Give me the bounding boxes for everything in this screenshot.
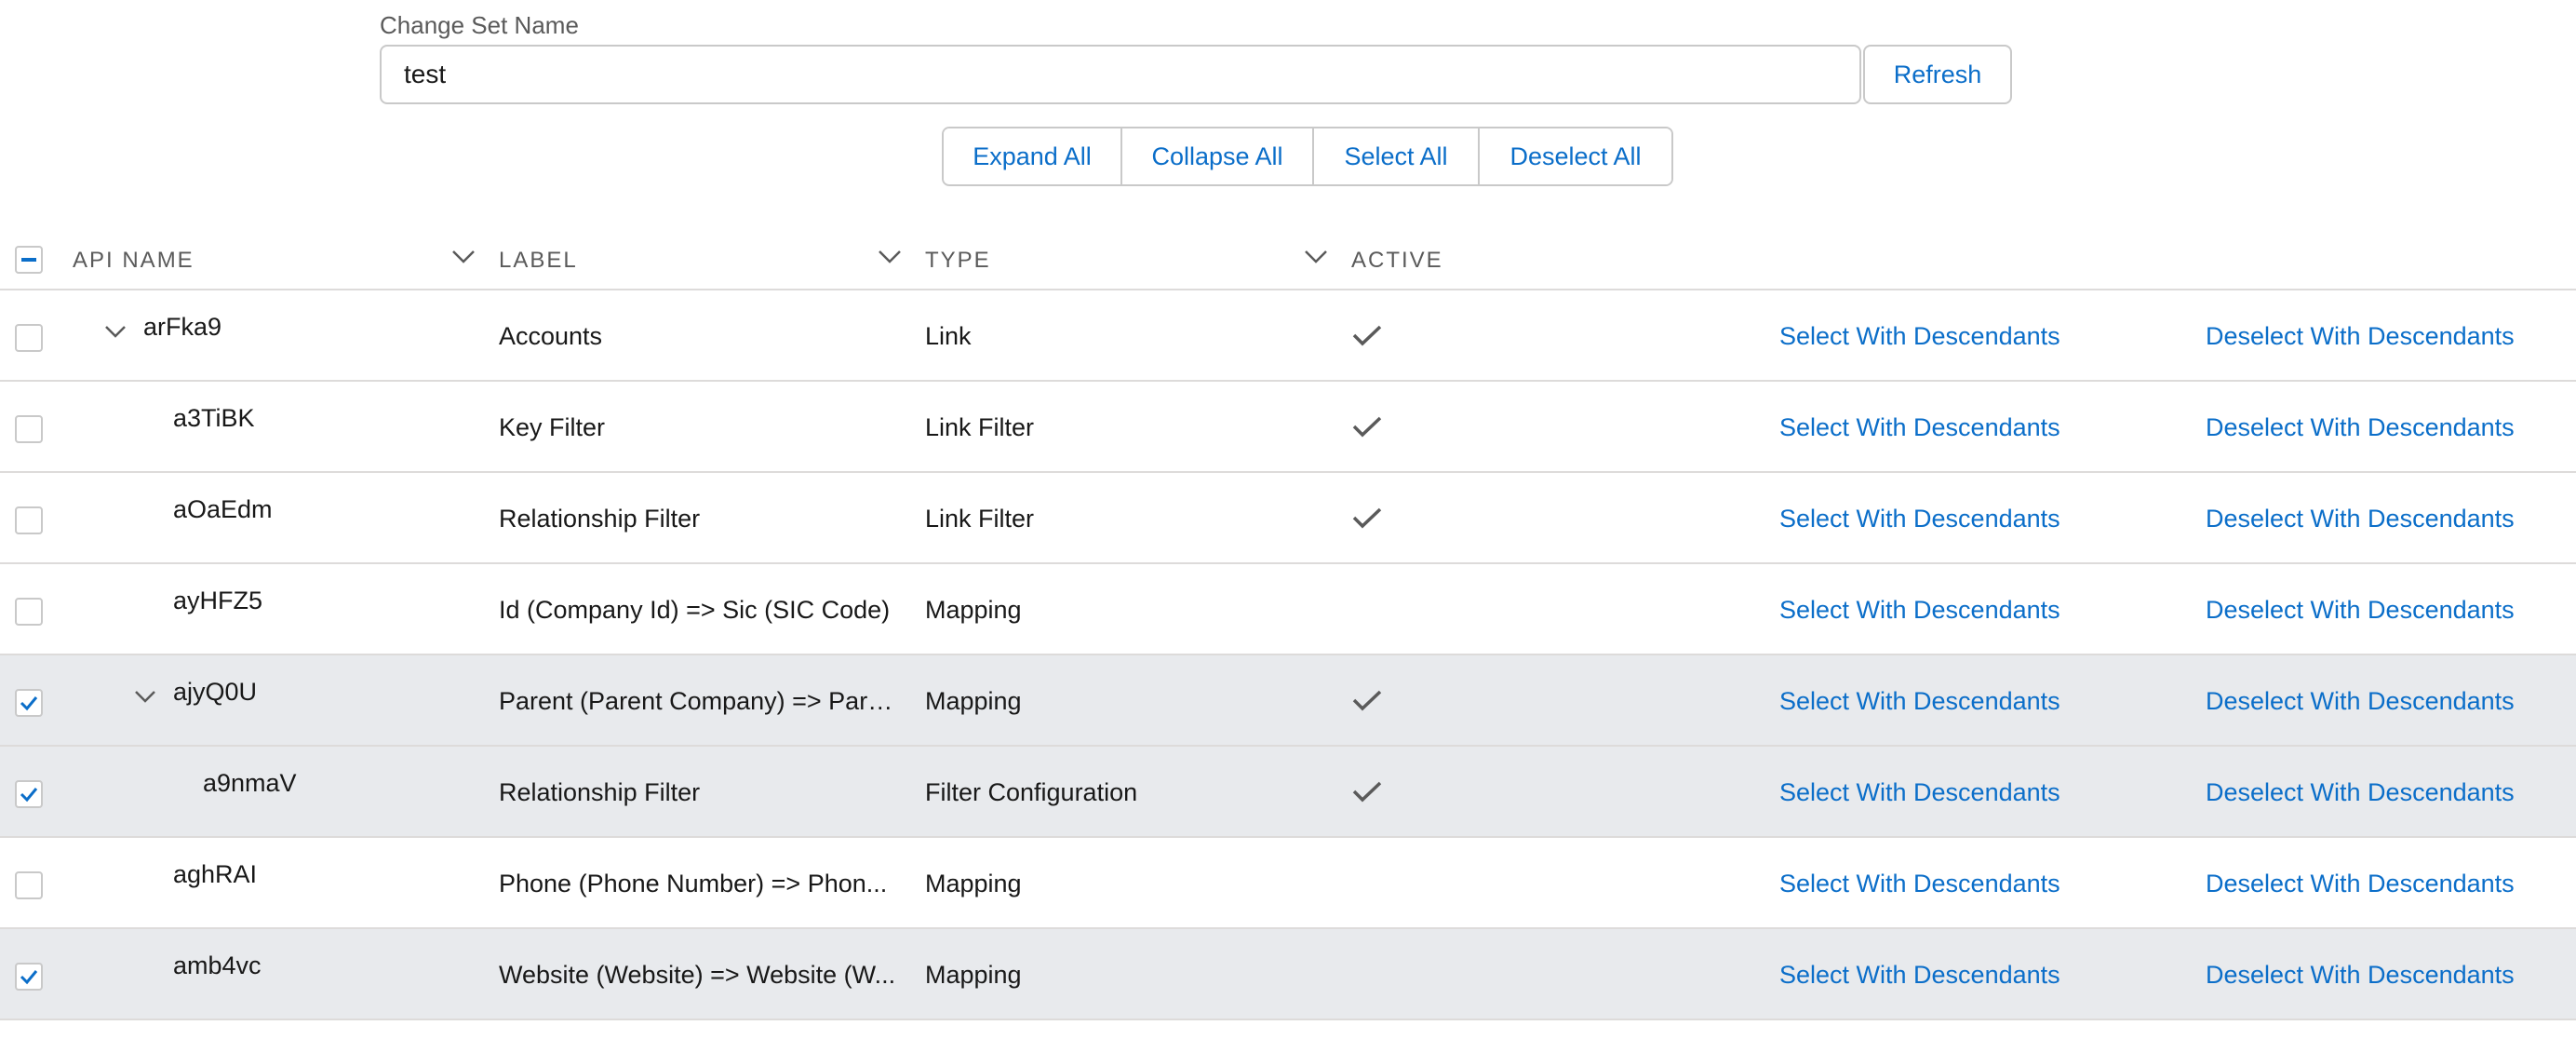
label-cell: Relationship Filter — [499, 505, 701, 533]
table-row[interactable]: ajyQ0U Parent (Parent Company) => Pare...… — [0, 655, 2576, 747]
select-all-rows-checkbox[interactable] — [15, 246, 43, 274]
active-check-icon — [1351, 415, 1383, 444]
api-name-cell: aghRAI — [173, 860, 258, 888]
api-name-cell: a3TiBK — [173, 404, 255, 432]
column-header-type[interactable]: TYPE — [925, 248, 991, 274]
label-cell: Id (Company Id) => Sic (SIC Code) — [499, 596, 891, 624]
row-checkbox[interactable] — [15, 689, 43, 717]
change-set-name-input[interactable] — [380, 45, 1861, 104]
select-with-descendants-link[interactable]: Select With Descendants — [1779, 961, 2060, 990]
label-cell: Accounts — [499, 322, 603, 350]
api-name-cell: amb4vc — [173, 951, 262, 979]
deselect-with-descendants-link[interactable]: Deselect With Descendants — [2206, 687, 2515, 716]
row-checkbox[interactable] — [15, 324, 43, 352]
api-name-cell: ajyQ0U — [173, 678, 258, 706]
table-row[interactable]: aghRAI Phone (Phone Number) => Phon... Map… — [0, 838, 2576, 929]
expand-all-button[interactable]: Expand All — [944, 128, 1122, 184]
type-cell: Link Filter — [925, 413, 1035, 441]
row-checkbox[interactable] — [15, 963, 43, 991]
table-row[interactable]: aOaEdm Relationship Filter Link Filter Sele… — [0, 473, 2576, 564]
tree-actions-button-group: Expand All Collapse All Select All Desel… — [942, 127, 1673, 186]
checkmark-icon — [20, 970, 38, 985]
column-header-label[interactable]: LABEL — [499, 248, 578, 274]
label-cell: Phone (Phone Number) => Phon... — [499, 870, 888, 897]
api-name-cell: a9nmaV — [203, 769, 297, 797]
select-with-descendants-link[interactable]: Select With Descendants — [1779, 870, 2060, 898]
change-set-name-label: Change Set Name — [380, 11, 579, 39]
active-check-icon — [1351, 506, 1383, 535]
select-with-descendants-link[interactable]: Select With Descendants — [1779, 596, 2060, 625]
type-cell: Mapping — [925, 961, 1022, 989]
tree-grid-body: arFka9 Accounts Link Select With Descendant… — [0, 290, 2576, 1020]
select-with-descendants-link[interactable]: Select With Descendants — [1779, 505, 2060, 533]
checkmark-icon — [20, 696, 38, 711]
row-checkbox[interactable] — [15, 871, 43, 899]
select-with-descendants-link[interactable]: Select With Descendants — [1779, 413, 2060, 442]
chevron-down-icon[interactable] — [134, 689, 156, 708]
deselect-with-descendants-link[interactable]: Deselect With Descendants — [2206, 961, 2515, 990]
chevron-down-icon[interactable] — [104, 324, 127, 344]
column-header-active[interactable]: ACTIVE — [1351, 248, 1443, 274]
api-name-cell: aOaEdm — [173, 495, 273, 523]
deselect-with-descendants-link[interactable]: Deselect With Descendants — [2206, 778, 2515, 807]
tree-grid-header: API NAME LABEL TYPE ACTIVE — [0, 223, 2576, 290]
type-cell: Mapping — [925, 687, 1022, 715]
type-cell: Link — [925, 322, 972, 350]
type-cell: Link Filter — [925, 505, 1035, 533]
column-header-api-name[interactable]: API NAME — [73, 248, 195, 274]
row-checkbox[interactable] — [15, 415, 43, 443]
active-check-icon — [1351, 324, 1383, 353]
select-with-descendants-link[interactable]: Select With Descendants — [1779, 778, 2060, 807]
label-cell: Website (Website) => Website (W... — [499, 961, 896, 989]
select-with-descendants-link[interactable]: Select With Descendants — [1779, 322, 2060, 351]
select-all-button[interactable]: Select All — [1314, 128, 1480, 184]
deselect-all-button[interactable]: Deselect All — [1480, 128, 1671, 184]
deselect-with-descendants-link[interactable]: Deselect With Descendants — [2206, 870, 2515, 898]
label-cell: Parent (Parent Company) => Pare... — [499, 687, 899, 715]
label-cell: Key Filter — [499, 413, 606, 441]
table-row[interactable]: ayHFZ5 Id (Company Id) => Sic (SIC Code) M… — [0, 564, 2576, 655]
select-with-descendants-link[interactable]: Select With Descendants — [1779, 687, 2060, 716]
table-row[interactable]: a3TiBK Key Filter Link Filter Select With D… — [0, 382, 2576, 473]
deselect-with-descendants-link[interactable]: Deselect With Descendants — [2206, 322, 2515, 351]
row-checkbox[interactable] — [15, 506, 43, 534]
active-check-icon — [1351, 689, 1383, 718]
chevron-down-icon[interactable] — [450, 248, 476, 266]
refresh-button[interactable]: Refresh — [1863, 45, 2012, 104]
chevron-down-icon[interactable] — [877, 248, 903, 266]
type-cell: Mapping — [925, 596, 1022, 624]
api-name-cell: arFka9 — [143, 313, 222, 341]
deselect-with-descendants-link[interactable]: Deselect With Descendants — [2206, 505, 2515, 533]
row-checkbox[interactable] — [15, 598, 43, 626]
type-cell: Mapping — [925, 870, 1022, 897]
api-name-cell: ayHFZ5 — [173, 587, 263, 614]
table-row[interactable]: amb4vc Website (Website) => Website (W...… — [0, 929, 2576, 1020]
type-cell: Filter Configuration — [925, 778, 1138, 806]
deselect-with-descendants-link[interactable]: Deselect With Descendants — [2206, 413, 2515, 442]
indeterminate-mark-icon — [21, 258, 36, 262]
tree-grid: API NAME LABEL TYPE ACTIVE arFka9 Account… — [0, 223, 2576, 1020]
table-row[interactable]: arFka9 Accounts Link Select With Descendant… — [0, 290, 2576, 382]
chevron-down-icon[interactable] — [1303, 248, 1329, 266]
label-cell: Relationship Filter — [499, 778, 701, 806]
row-checkbox[interactable] — [15, 780, 43, 808]
collapse-all-button[interactable]: Collapse All — [1122, 128, 1314, 184]
table-row[interactable]: a9nmaV Relationship Filter Filter Configur… — [0, 747, 2576, 838]
deselect-with-descendants-link[interactable]: Deselect With Descendants — [2206, 596, 2515, 625]
active-check-icon — [1351, 780, 1383, 809]
checkmark-icon — [20, 788, 38, 803]
